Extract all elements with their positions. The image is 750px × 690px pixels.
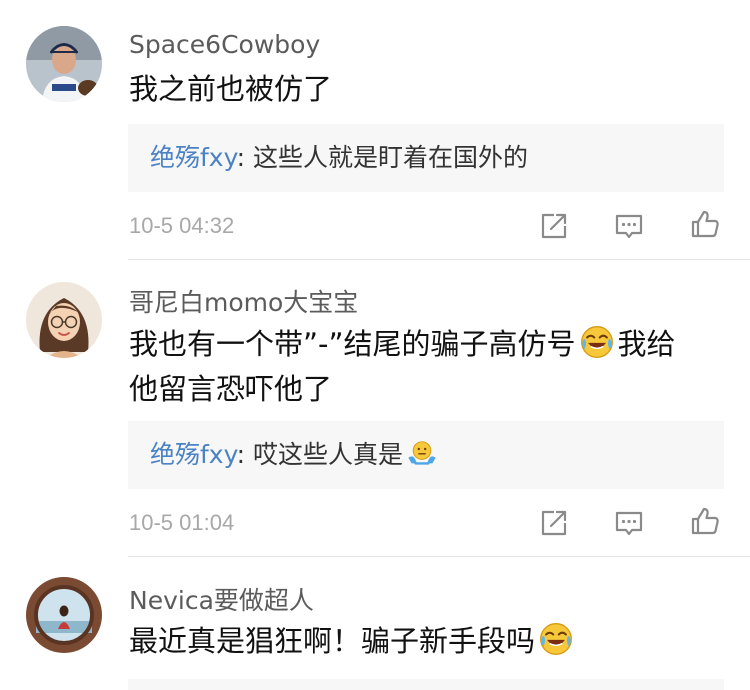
like-icon[interactable] <box>689 505 721 537</box>
reply-separator: : <box>236 143 253 172</box>
comment-text-part: 我也有一个带”-”结尾的骗子高仿号 <box>129 327 576 361</box>
comment-icon[interactable] <box>613 507 645 539</box>
window-photo-avatar-icon <box>26 577 102 653</box>
comment-text: 我也有一个带”-”结尾的骗子高仿号 我给 他留言恐吓他了 <box>129 322 719 412</box>
reply-box[interactable] <box>128 679 724 690</box>
username[interactable]: Nevica要做超人 <box>129 581 314 617</box>
reply-author[interactable]: 绝殇fxy <box>150 440 237 469</box>
like-icon[interactable] <box>689 208 721 240</box>
reply-author[interactable]: 绝殇fxy <box>150 143 237 172</box>
avatar[interactable] <box>26 26 102 102</box>
comment-text-part: 最近真是猖狂啊！骗子新手段吗 <box>129 624 536 658</box>
reply-text: 这些人就是盯着在国外的 <box>252 143 528 172</box>
reply-line: 绝殇fxy: 哎这些人真是 <box>150 421 441 489</box>
shrug-emoji-icon <box>407 440 437 465</box>
comment-item: Space6Cowboy 我之前也被仿了 绝殇fxy: 这些人就是盯着在国外的 … <box>0 0 750 260</box>
comment-item: 哥尼白momo大宝宝 我也有一个带”-”结尾的骗子高仿号 我给 他留言恐吓他了 绝… <box>0 260 750 557</box>
reply-box[interactable]: 绝殇fxy: 这些人就是盯着在国外的 <box>128 124 724 192</box>
comment-text-line: 我也有一个带”-”结尾的骗子高仿号 我给 <box>129 322 719 367</box>
cartoon-girl-avatar-icon <box>26 282 102 358</box>
comment-icon[interactable] <box>613 210 645 242</box>
comment-text-part: 我给 <box>617 327 676 361</box>
baseball-player-avatar-icon <box>26 26 102 102</box>
reply-box[interactable]: 绝殇fxy: 哎这些人真是 <box>128 421 724 489</box>
timestamp: 10-5 04:32 <box>129 213 235 238</box>
timestamp: 10-5 01:04 <box>129 510 235 535</box>
avatar[interactable] <box>26 577 102 653</box>
comment-text: 我之前也被仿了 <box>129 72 333 106</box>
share-icon[interactable] <box>538 507 570 539</box>
comment-text: 最近真是猖狂啊！骗子新手段吗 <box>129 619 719 664</box>
reply-text: 哎这些人真是 <box>252 440 403 469</box>
comment-text-line: 他留言恐吓他了 <box>129 372 333 406</box>
username[interactable]: 哥尼白momo大宝宝 <box>129 283 358 319</box>
reply-line: 绝殇fxy: 这些人就是盯着在国外的 <box>150 124 528 192</box>
share-icon[interactable] <box>538 210 570 242</box>
crying-laughing-emoji-icon <box>539 622 573 656</box>
crying-laughing-emoji-icon <box>580 325 613 359</box>
avatar[interactable] <box>26 282 102 358</box>
comment-item: Nevica要做超人 最近真是猖狂啊！骗子新手段吗 <box>0 557 750 690</box>
username[interactable]: Space6Cowboy <box>129 30 320 59</box>
reply-separator: : <box>236 440 253 469</box>
